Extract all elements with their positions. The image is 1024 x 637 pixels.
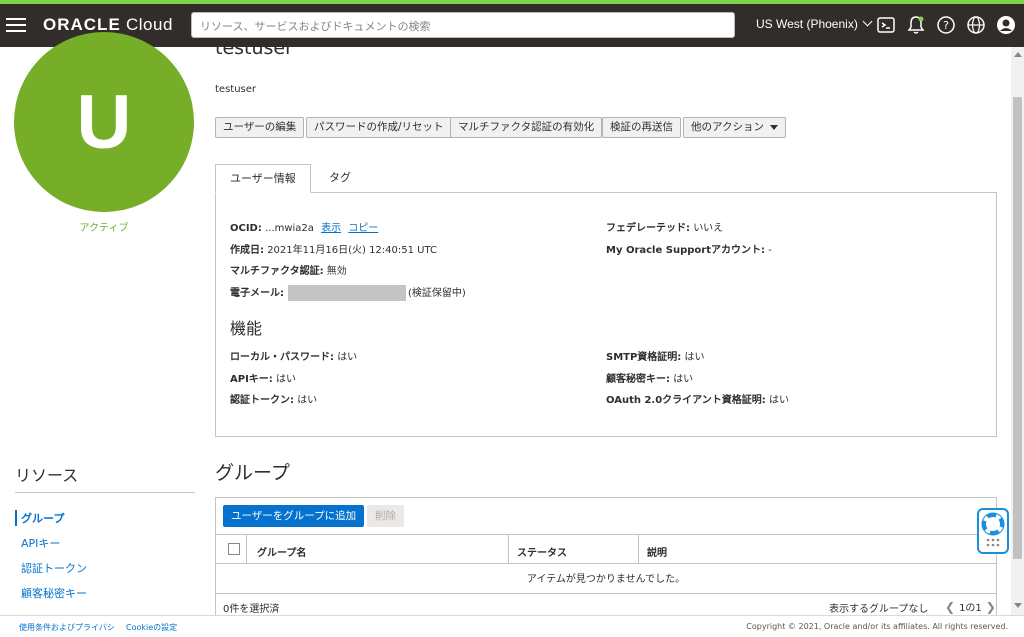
select-all-checkbox[interactable] — [228, 543, 240, 555]
federated-field: フェデレーテッド: いいえ — [606, 223, 724, 234]
customer-secret-keys-field: 顧客秘密キー: はい — [606, 374, 694, 385]
copyright-text: Copyright © 2021, Oracle and/or its affi… — [746, 622, 1008, 631]
capabilities-heading: 機能 — [230, 319, 263, 338]
caret-down-icon — [769, 124, 778, 130]
add-user-to-group-button[interactable]: ユーザーをグループに追加 — [223, 505, 365, 527]
groups-heading: グループ — [215, 462, 290, 484]
redacted-email — [288, 285, 406, 301]
mos-account-field: My Oracle Supportアカウント: - — [606, 245, 772, 256]
lifebuoy-icon — [981, 512, 1005, 547]
region-selector[interactable]: US West (Phoenix) — [756, 16, 873, 31]
delete-button[interactable]: 削除 — [367, 505, 404, 527]
column-divider — [246, 535, 247, 564]
cloud-shell-icon[interactable] — [876, 15, 896, 35]
notifications-bell-icon[interactable] — [906, 15, 926, 35]
pagination: ❮ 1の1 ❯ — [941, 599, 1000, 614]
resource-item-auth-tokens[interactable]: 認証トークン — [15, 560, 87, 576]
resend-verification-button[interactable]: 検証の再送信 — [602, 117, 681, 138]
selected-count: 0件を選択済 — [223, 604, 280, 615]
more-actions-label: 他のアクション — [691, 121, 764, 133]
page-title: testuser — [215, 37, 293, 59]
vertical-scrollbar[interactable] — [1011, 47, 1024, 615]
smtp-credentials-field: SMTP資格証明: はい — [606, 352, 705, 363]
pager-summary: 表示するグループなし — [829, 604, 929, 615]
hamburger-menu-icon[interactable] — [6, 14, 26, 34]
column-divider — [508, 535, 509, 564]
resources-heading: リソース — [15, 466, 79, 485]
cookie-settings-link[interactable]: Cookieの設定 — [126, 622, 177, 633]
page-indicator: 1の1 — [959, 603, 982, 614]
api-keys-field: APIキー: はい — [230, 374, 296, 385]
email-field: 電子メール: (検証保留中) — [230, 284, 466, 301]
show-ocid-link[interactable]: 表示 — [321, 223, 341, 234]
resources-divider — [15, 492, 195, 493]
top-navigation-bar: ORACLE Cloud リソース、サービスおよびドキュメントの検索 US We… — [0, 0, 1024, 47]
scroll-up-icon[interactable] — [1014, 52, 1022, 57]
ocid-field: OCID: ...mwia2a 表示 コピー — [230, 223, 379, 234]
mfa-field: マルチファクタ認証: 無効 — [230, 266, 347, 277]
language-globe-icon[interactable] — [966, 15, 986, 35]
resource-item-api-keys[interactable]: APIキー — [15, 535, 60, 551]
oauth-credentials-field: OAuth 2.0クライアント資格証明: はい — [606, 395, 789, 406]
support-widget[interactable] — [977, 508, 1009, 554]
search-input[interactable]: リソース、サービスおよびドキュメントの検索 — [191, 12, 735, 38]
page-footer: 使用条件およびプライバシ Cookieの設定 Copyright © 2021,… — [0, 615, 1024, 637]
table-footer-divider — [216, 593, 996, 594]
previous-page-icon[interactable]: ❮ — [945, 600, 955, 614]
column-group-name[interactable]: グループ名 — [257, 544, 306, 559]
svg-text:?: ? — [943, 19, 949, 32]
column-divider — [638, 535, 639, 564]
auth-tokens-field: 認証トークン: はい — [230, 395, 318, 406]
table-header: グループ名 ステータス 説明 — [216, 534, 996, 564]
create-reset-password-button[interactable]: パスワードの作成/リセット — [306, 117, 452, 138]
column-description[interactable]: 説明 — [647, 544, 667, 559]
resource-item-groups[interactable]: グループ — [15, 510, 64, 526]
scroll-down-icon[interactable] — [1014, 603, 1022, 608]
copy-ocid-link[interactable]: コピー — [348, 223, 378, 234]
enable-mfa-button[interactable]: マルチファクタ認証の有効化 — [450, 117, 603, 138]
local-password-field: ローカル・パスワード: はい — [230, 352, 358, 363]
terms-privacy-link[interactable]: 使用条件およびプライバシ — [19, 622, 115, 633]
user-profile-icon[interactable] — [996, 15, 1016, 35]
help-icon[interactable]: ? — [936, 15, 956, 35]
edit-user-button[interactable]: ユーザーの編集 — [215, 117, 305, 138]
empty-table-message: アイテムが見つかりませんでした。 — [526, 574, 686, 585]
tab-user-information[interactable]: ユーザー情報 — [215, 164, 311, 193]
user-avatar: U — [14, 32, 194, 212]
scrollbar-thumb[interactable] — [1013, 97, 1022, 559]
resource-item-customer-secret-keys[interactable]: 顧客秘密キー — [15, 585, 87, 601]
chevron-down-icon — [862, 16, 873, 27]
next-page-icon[interactable]: ❯ — [986, 600, 996, 614]
created-field: 作成日: 2021年11月16日(火) 12:40:51 UTC — [230, 245, 437, 256]
status-badge: アクティブ — [79, 223, 129, 234]
column-status[interactable]: ステータス — [517, 544, 567, 559]
user-description: testuser — [215, 84, 257, 95]
tab-tags[interactable]: タグ — [315, 164, 365, 193]
more-actions-dropdown[interactable]: 他のアクション — [683, 117, 786, 138]
